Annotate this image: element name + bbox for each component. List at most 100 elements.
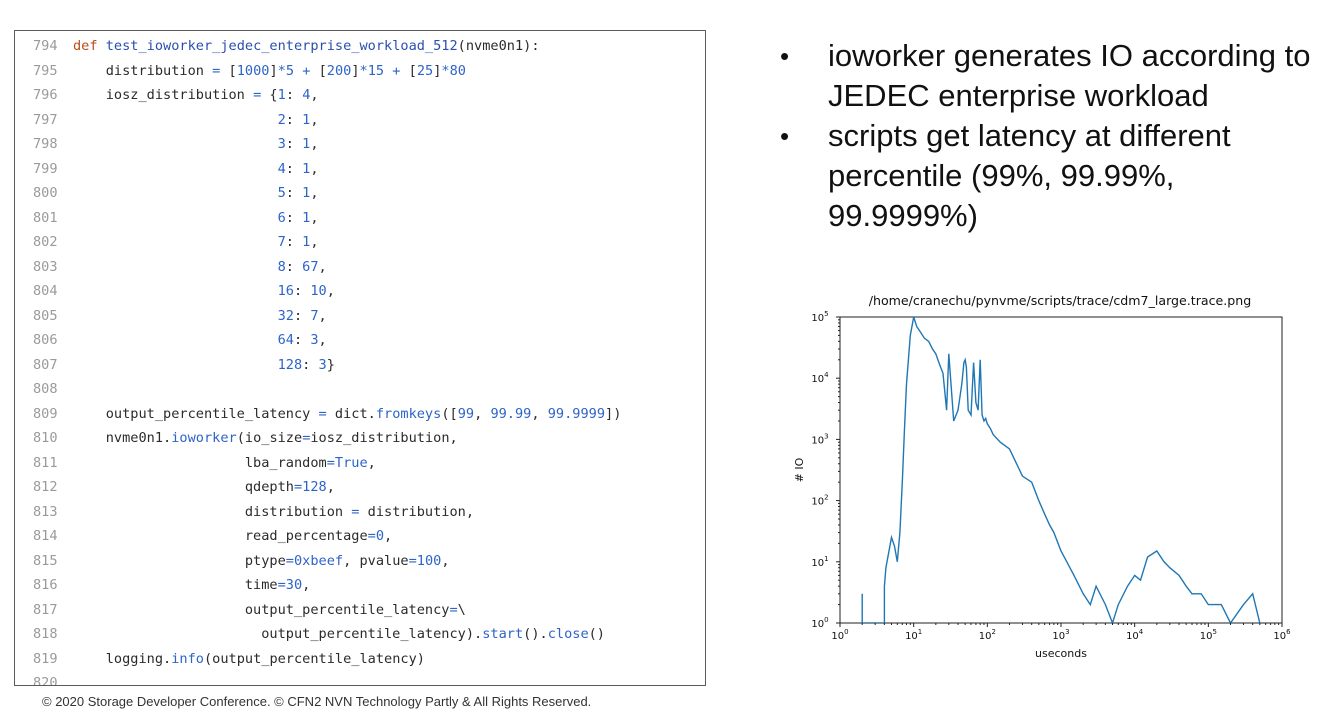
line-number: 803 <box>33 258 58 275</box>
code-text: 128: 3} <box>277 356 335 373</box>
code-line: 804 16: 10, <box>15 279 705 304</box>
y-axis-label: # IO <box>793 457 806 482</box>
x-tick-label: 105 <box>1200 628 1217 642</box>
code-line: 801 6: 1, <box>15 206 705 231</box>
code-line: 794 def test_ioworker_jedec_enterprise_wo… <box>15 34 705 59</box>
code-line: 810 nvme0n1.ioworker(io_size=iosz_distri… <box>15 426 705 451</box>
code-line: 816 time=30, <box>15 573 705 598</box>
line-number: 816 <box>33 577 58 593</box>
code-text: distribution = [1000]*5 + [200]*15 + [25… <box>73 62 466 79</box>
bullet-text: scripts get latency at different percent… <box>828 118 1231 233</box>
code-text: logging.info(output_percentile_latency) <box>73 650 425 667</box>
bullet-list: • ioworker generates IO according to JED… <box>780 36 1325 236</box>
code-text: 16: 10, <box>277 283 335 299</box>
code-panel: 794 def test_ioworker_jedec_enterprise_wo… <box>14 30 706 686</box>
line-number: 801 <box>33 209 58 226</box>
code-text: 2: 1, <box>277 111 319 128</box>
code-text: iosz_distribution = {1: 4, <box>73 87 319 103</box>
line-number: 807 <box>33 356 58 373</box>
line-number: 819 <box>33 650 58 667</box>
line-number: 810 <box>33 430 58 446</box>
code-text: 3: 1, <box>277 136 319 152</box>
code-text: 8: 67, <box>277 258 327 275</box>
line-number: 800 <box>33 185 58 201</box>
y-tick-label: 105 <box>811 310 828 324</box>
code-text: 4: 1, <box>277 160 319 177</box>
code-line: 796 iosz_distribution = {1: 4, <box>15 83 705 108</box>
code-line: 807 128: 3} <box>15 353 705 378</box>
code-line: 812 qdepth=128, <box>15 475 705 500</box>
code-text: 6: 1, <box>277 209 319 226</box>
code-line: 811 lba_random=True, <box>15 451 705 476</box>
code-line: 817 output_percentile_latency=\ <box>15 598 705 623</box>
y-tick-label: 101 <box>811 555 828 569</box>
code-text: output_percentile_latency=\ <box>73 601 466 618</box>
code-line: 818 output_percentile_latency).start().c… <box>15 622 705 647</box>
bullet-glyph: • <box>780 121 790 151</box>
code-text: time=30, <box>73 577 311 593</box>
code-text: read_percentage=0, <box>73 528 393 544</box>
code-line: 814 read_percentage=0, <box>15 524 705 549</box>
line-number: 802 <box>33 234 58 250</box>
line-number: 805 <box>33 307 58 324</box>
line-number: 795 <box>33 62 58 79</box>
bullet-item: • scripts get latency at different perce… <box>780 116 1325 236</box>
code-line: 808 <box>15 377 705 402</box>
line-number: 815 <box>33 552 58 569</box>
line-number: 817 <box>33 601 58 618</box>
code-line: 798 3: 1, <box>15 132 705 157</box>
x-tick-label: 106 <box>1273 628 1291 642</box>
series-line <box>861 317 1261 623</box>
code-text: 32: 7, <box>277 307 327 324</box>
y-tick-label: 104 <box>811 371 829 385</box>
code-text: ptype=0xbeef, pvalue=100, <box>73 552 450 569</box>
code-text: output_percentile_latency).start().close… <box>73 626 605 642</box>
code-line: 813 distribution = distribution, <box>15 500 705 525</box>
code-line: 802 7: 1, <box>15 230 705 255</box>
line-number: 799 <box>33 160 58 177</box>
code-text: output_percentile_latency = dict.fromkey… <box>73 405 622 422</box>
code-listing: 794 def test_ioworker_jedec_enterprise_wo… <box>15 31 705 686</box>
x-tick-label: 103 <box>1052 628 1069 642</box>
code-line: 815 ptype=0xbeef, pvalue=100, <box>15 549 705 574</box>
y-tick-label: 102 <box>811 494 828 508</box>
line-number: 804 <box>33 283 58 299</box>
code-line: 799 4: 1, <box>15 157 705 182</box>
line-number: 814 <box>33 528 58 544</box>
line-number: 811 <box>33 454 58 471</box>
latency-histogram-chart: 100 101 102 103 104 105 106 100 101 102 103 104 105 u… <box>793 310 1291 660</box>
code-line: 803 8: 67, <box>15 255 705 280</box>
line-number: 820 <box>33 675 58 686</box>
x-tick-label: 101 <box>905 628 922 642</box>
line-number: 818 <box>33 626 58 642</box>
code-text: 64: 3, <box>277 332 327 348</box>
code-text: distribution = distribution, <box>73 503 475 520</box>
line-number: 813 <box>33 503 58 520</box>
x-tick-label: 100 <box>831 628 848 642</box>
x-axis-label: useconds <box>1035 647 1087 660</box>
code-line: 819 logging.info(output_percentile_laten… <box>15 647 705 672</box>
footer-text: © 2020 Storage Developer Conference. © C… <box>42 694 592 709</box>
code-line: 795 distribution = [1000]*5 + [200]*15 +… <box>15 59 705 84</box>
bullet-item: • ioworker generates IO according to JED… <box>780 36 1325 116</box>
plot-frame <box>839 316 1283 624</box>
code-line: 806 64: 3, <box>15 328 705 353</box>
line-number: 798 <box>33 136 58 152</box>
code-line: 820 <box>15 671 705 686</box>
line-number: 797 <box>33 111 58 128</box>
code-line: 809 output_percentile_latency = dict.fro… <box>15 402 705 427</box>
code-text: lba_random=True, <box>73 454 376 471</box>
code-text: qdepth=128, <box>73 479 335 495</box>
bullet-glyph: • <box>780 41 790 71</box>
bullet-text: ioworker generates IO according to JEDEC… <box>828 38 1311 113</box>
code-text: 5: 1, <box>277 185 319 201</box>
line-number: 808 <box>33 381 58 397</box>
line-number: 806 <box>33 332 58 348</box>
code-text: 7: 1, <box>277 234 319 250</box>
line-number: 794 <box>33 38 58 54</box>
line-number: 812 <box>33 479 58 495</box>
code-text: def test_ioworker_jedec_enterprise_workl… <box>73 38 540 54</box>
code-line: 797 2: 1, <box>15 108 705 133</box>
line-number: 796 <box>33 87 58 103</box>
y-tick-label: 103 <box>811 432 828 446</box>
